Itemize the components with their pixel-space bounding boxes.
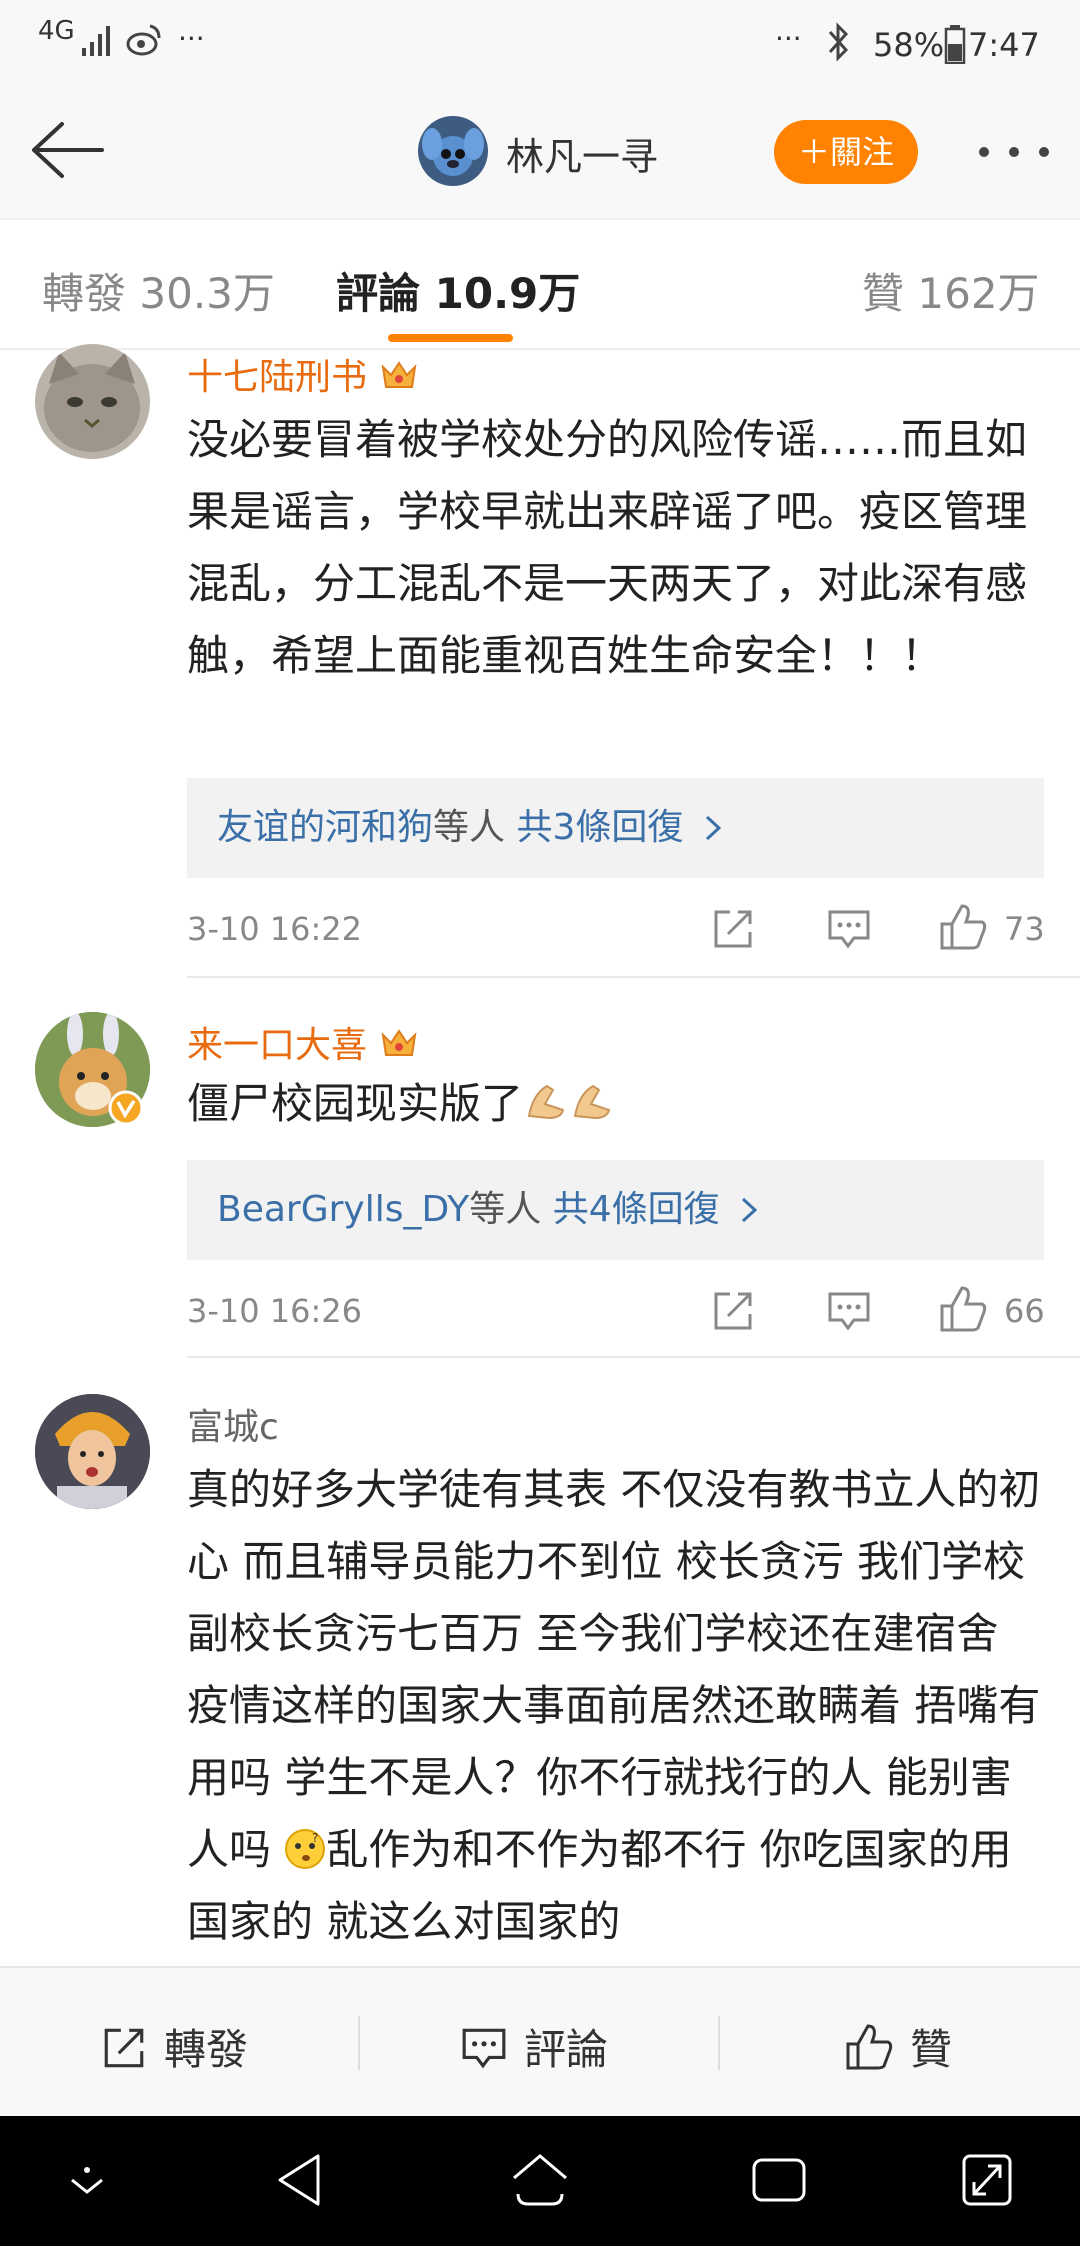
separator [718, 2016, 720, 2070]
comment-text-part1: 真的好多大学徒有其表 不仅没有教书立人的初心 而且辅导员能力不到位 校长贪污 我… [187, 1465, 1041, 1874]
bottom-action-bar: 轉發 評論 贊 [0, 1966, 1080, 2116]
comment-item: 富城c 真的好多大学徒有其表 不仅没有教书立人的初心 而且辅导员能力不到位 校长… [0, 0, 1080, 1966]
repost-label: 轉發 [164, 2025, 249, 2074]
like-icon [846, 2024, 893, 2070]
repost-button[interactable]: 轉發 [100, 2016, 248, 2077]
comment-text: 真的好多大学徒有其表 不仅没有教书立人的初心 而且辅导员能力不到位 校长贪污 我… [187, 1454, 1047, 1958]
comment-label: 評論 [524, 2025, 609, 2074]
puzzled-face-emoji-icon: ? [285, 1829, 326, 1869]
person-avatar-icon [35, 1394, 150, 1509]
like-button[interactable]: 贊 [844, 2016, 952, 2077]
home-icon[interactable] [508, 2150, 572, 2210]
expand-icon[interactable] [958, 2150, 1016, 2210]
like-label: 贊 [910, 2025, 953, 2074]
svg-text:?: ? [312, 1831, 318, 1845]
recent-apps-icon[interactable] [750, 2154, 808, 2206]
share-icon [104, 2028, 144, 2068]
chevron-down-icon[interactable] [64, 2162, 110, 2202]
separator [358, 2016, 360, 2070]
comment-username[interactable]: 富城c [187, 1398, 279, 1450]
system-nav-bar [0, 2116, 1080, 2246]
avatar[interactable] [35, 1394, 150, 1509]
back-triangle-icon[interactable] [272, 2150, 328, 2210]
comment-icon [462, 2028, 506, 2069]
comment-button[interactable]: 評論 [460, 2016, 608, 2077]
